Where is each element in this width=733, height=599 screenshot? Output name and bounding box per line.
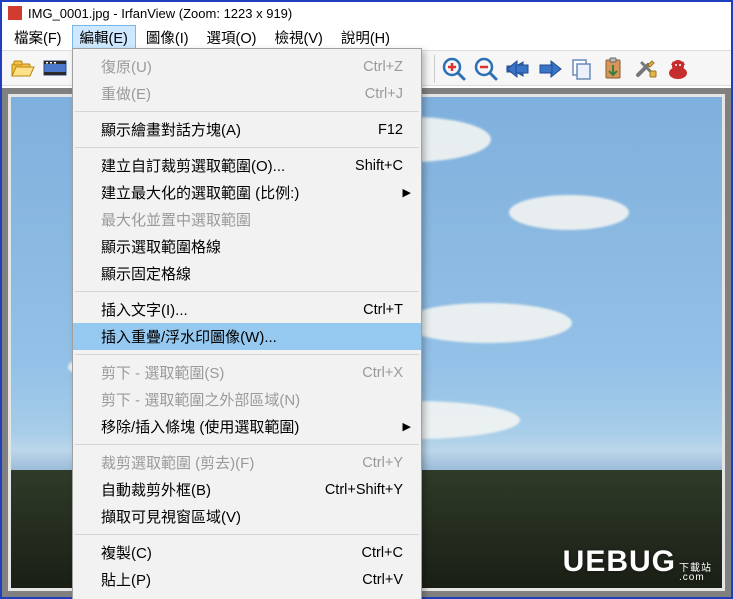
mi-max-select-ratio[interactable]: 建立最大化的選取範圍 (比例:)▶ [73,179,421,206]
mi-cut-sel: 剪下 - 選取範圍(S)Ctrl+X [73,359,421,386]
tb-next-icon[interactable] [535,54,565,84]
mi-paste[interactable]: 貼上(P)Ctrl+V [73,566,421,593]
toolbar-divider [434,55,435,83]
mi-undo: 復原(U)Ctrl+Z [73,53,421,80]
tb-open-icon[interactable] [8,53,38,83]
menu-separator [75,534,419,535]
mi-paste-special[interactable]: 特殊貼上 (加入側邊)(T)▶ [73,593,421,599]
menu-separator [75,354,419,355]
mi-auto-crop[interactable]: 自動裁剪外框(B)Ctrl+Shift+Y [73,476,421,503]
menu-image[interactable]: 圖像(I) [138,25,197,50]
menu-view[interactable]: 檢視(V) [266,25,330,50]
tb-cat-icon[interactable] [663,54,693,84]
menu-separator [75,444,419,445]
window-title: IMG_0001.jpg - IrfanView (Zoom: 1223 x 9… [28,6,292,21]
menu-file[interactable]: 檔案(F) [6,25,70,50]
mi-crop-sel: 裁剪選取範圍 (剪去)(F)Ctrl+Y [73,449,421,476]
app-icon [8,6,22,20]
mi-cut-outside: 剪下 - 選取範圍之外部區域(N) [73,386,421,413]
menu-help[interactable]: 說明(H) [333,25,398,50]
mi-show-fixed-grid[interactable]: 顯示固定格線 [73,260,421,287]
menu-edit[interactable]: 編輯(E) [72,25,136,50]
mi-copy[interactable]: 複製(C)Ctrl+C [73,539,421,566]
tb-zoom-out-icon[interactable] [471,54,501,84]
mi-remove-insert-strip[interactable]: 移除/插入條塊 (使用選取範圍)▶ [73,413,421,440]
menu-separator [75,111,419,112]
titlebar: IMG_0001.jpg - IrfanView (Zoom: 1223 x 9… [2,2,731,24]
tb-copy-icon[interactable] [567,54,597,84]
submenu-arrow-icon: ▶ [403,186,411,199]
tb-prev-icon[interactable] [503,54,533,84]
menu-separator [75,291,419,292]
menubar: 檔案(F) 編輯(E) 圖像(I) 選項(O) 檢視(V) 說明(H) [2,24,731,50]
menu-separator [75,147,419,148]
menu-options[interactable]: 選項(O) [199,25,265,50]
mi-redo: 重做(E)Ctrl+J [73,80,421,107]
edit-menu-dropdown: 復原(U)Ctrl+Z 重做(E)Ctrl+J 顯示繪畫對話方塊(A)F12 建… [72,48,422,599]
tb-paste-icon[interactable] [599,54,629,84]
app-window: IMG_0001.jpg - IrfanView (Zoom: 1223 x 9… [0,0,733,599]
watermark: UEBUG 下載站 .com [563,545,712,582]
mi-show-paint[interactable]: 顯示繪畫對話方塊(A)F12 [73,116,421,143]
tb-slideshow-icon[interactable] [40,53,70,83]
mi-capture-visible[interactable]: 擷取可見視窗區域(V) [73,503,421,530]
mi-insert-text[interactable]: 插入文字(I)...Ctrl+T [73,296,421,323]
mi-max-center-sel: 最大化並置中選取範圍 [73,206,421,233]
mi-show-sel-grid[interactable]: 顯示選取範圍格線 [73,233,421,260]
tb-zoom-in-icon[interactable] [439,54,469,84]
tb-settings-icon[interactable] [631,54,661,84]
mi-insert-watermark[interactable]: 插入重疊/浮水印圖像(W)... [73,323,421,350]
watermark-text: UEBUG [563,545,676,579]
submenu-arrow-icon: ▶ [403,420,411,433]
mi-custom-crop[interactable]: 建立自訂裁剪選取範圍(O)...Shift+C [73,152,421,179]
